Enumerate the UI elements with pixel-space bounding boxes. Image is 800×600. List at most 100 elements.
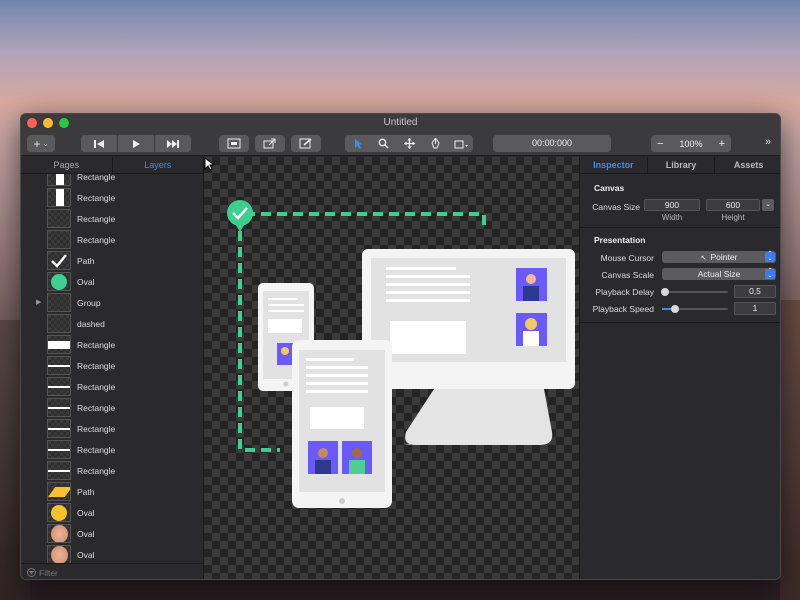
export-button[interactable]: [255, 135, 285, 152]
mouse-cursor-label: Mouse Cursor: [600, 253, 654, 263]
layer-row[interactable]: Oval: [21, 271, 204, 292]
layer-name: Rectangle: [77, 403, 116, 413]
layer-row[interactable]: Rectangle: [21, 397, 204, 418]
slider-knob[interactable]: [661, 288, 670, 296]
playback-delay-field[interactable]: 0,5: [734, 285, 776, 298]
pointer-icon: [354, 139, 362, 149]
skip-back-icon: [94, 139, 104, 148]
layer-row[interactable]: Rectangle: [21, 418, 204, 439]
presentation-button[interactable]: [219, 135, 249, 152]
layer-row[interactable]: Rectangle: [21, 174, 204, 187]
title-bar: Untitled: [21, 114, 780, 132]
presentation-section-title: Presentation: [594, 235, 646, 245]
section-divider: [580, 227, 780, 228]
shape-tool[interactable]: [449, 135, 473, 152]
play-button[interactable]: [118, 135, 154, 152]
select-chevron-icon: ⌃ ⌄: [765, 251, 775, 262]
layer-row[interactable]: Rectangle: [21, 439, 204, 460]
canvas-scale-select[interactable]: Actual Size ⌃ ⌄: [662, 268, 776, 280]
canvas-size-preset-button[interactable]: ⌄: [762, 199, 774, 211]
desktop-dune-right: [780, 300, 800, 600]
zoom-tool[interactable]: [371, 135, 396, 152]
layer-name: Rectangle: [77, 340, 116, 350]
add-button[interactable]: + ⌄: [27, 135, 55, 152]
rewind-button[interactable]: [81, 135, 117, 152]
chevron-down-icon: ⌄: [42, 140, 49, 148]
layer-thumbnail: [47, 419, 71, 438]
layer-thumbnail: [47, 230, 71, 249]
pen-tool[interactable]: [423, 135, 448, 152]
magnifier-icon: [378, 138, 389, 149]
layer-row[interactable]: Rectangle: [21, 229, 204, 250]
layer-name: Rectangle: [77, 382, 116, 392]
playback-speed-field[interactable]: 1: [734, 302, 776, 315]
tab-pages[interactable]: Pages: [21, 157, 112, 173]
left-panel: Pages Layers Rectangle Rectangle Rectangle R…: [21, 157, 204, 579]
disclosure-triangle-icon[interactable]: ▶: [36, 298, 41, 306]
playback-delay-slider[interactable]: [661, 288, 728, 296]
zoom-in-button[interactable]: +: [719, 138, 725, 150]
tab-layers[interactable]: Layers: [111, 157, 204, 173]
layer-row[interactable]: Rectangle: [21, 460, 204, 481]
timecode-display: 00:00:000: [493, 135, 611, 152]
playback-speed-label: Playback Speed: [592, 304, 654, 314]
layer-row[interactable]: Oval: [21, 544, 204, 563]
zoom-out-button[interactable]: −: [657, 138, 663, 150]
layer-row[interactable]: Rectangle: [21, 208, 204, 229]
tab-inspector[interactable]: Inspector: [580, 157, 647, 173]
layer-row[interactable]: Rectangle: [21, 355, 204, 376]
canvas-scale-label: Canvas Scale: [601, 270, 654, 280]
tab-library[interactable]: Library: [646, 157, 715, 173]
toolbar-overflow-button[interactable]: »: [765, 136, 771, 148]
pen-icon: [431, 138, 440, 149]
canvas-area[interactable]: [204, 157, 579, 579]
layer-row[interactable]: Rectangle: [21, 187, 204, 208]
tab-assets[interactable]: Assets: [714, 157, 780, 173]
layer-row[interactable]: dashed: [21, 313, 204, 334]
canvas-width-field[interactable]: 900: [644, 199, 700, 211]
layer-name: Oval: [77, 508, 95, 518]
fast-forward-icon: [167, 139, 179, 148]
toolbar: + ⌄ 00:00:000 − 100% + »: [21, 132, 780, 156]
playback-speed-slider[interactable]: [662, 305, 728, 313]
pointer-tool[interactable]: [345, 135, 370, 152]
zoom-level: 100%: [679, 138, 703, 149]
layer-row[interactable]: Path: [21, 481, 204, 502]
export-icon: [263, 138, 276, 149]
layer-name: Rectangle: [77, 174, 116, 182]
edit-button[interactable]: [291, 135, 321, 152]
layer-thumbnail: [47, 398, 71, 417]
layer-thumbnail: [47, 440, 71, 459]
layer-row[interactable]: Oval: [21, 502, 204, 523]
layer-thumbnail: [47, 356, 71, 375]
layer-thumbnail: [47, 377, 71, 396]
play-icon: [133, 139, 140, 148]
layer-row[interactable]: ▶ Group: [21, 292, 204, 313]
move-tool[interactable]: [397, 135, 422, 152]
layer-row[interactable]: Oval: [21, 523, 204, 544]
app-window: Untitled + ⌄ 00:00:000 − 100% + » Pages …: [20, 113, 781, 580]
layer-name: dashed: [77, 319, 105, 329]
canvas-section-title: Canvas: [594, 183, 625, 193]
layer-thumbnail: [47, 545, 71, 563]
layer-name: Rectangle: [77, 424, 116, 434]
layer-name: Rectangle: [77, 361, 116, 371]
layer-thumbnail: [47, 293, 71, 312]
layer-row[interactable]: Rectangle: [21, 334, 204, 355]
filter-bar[interactable]: Filter: [21, 563, 204, 579]
canvas-height-field[interactable]: 600: [706, 199, 760, 211]
layer-row[interactable]: Rectangle: [21, 376, 204, 397]
layers-list: Rectangle Rectangle Rectangle Rectangle Path…: [21, 174, 204, 563]
slider-knob[interactable]: [671, 305, 680, 313]
fast-forward-button[interactable]: [155, 135, 191, 152]
filter-input[interactable]: Filter: [39, 568, 58, 578]
window-title: Untitled: [383, 117, 418, 128]
layer-name: Rectangle: [77, 214, 116, 224]
layer-thumbnail: [47, 482, 71, 501]
layer-row[interactable]: Path: [21, 250, 204, 271]
layer-thumbnail: [47, 209, 71, 228]
canvas-size-label: Canvas Size: [592, 202, 640, 212]
mouse-cursor-select[interactable]: ↖ Pointer ⌃ ⌄: [662, 251, 776, 263]
layer-name: Group: [77, 298, 101, 308]
layer-thumbnail: [47, 335, 71, 354]
